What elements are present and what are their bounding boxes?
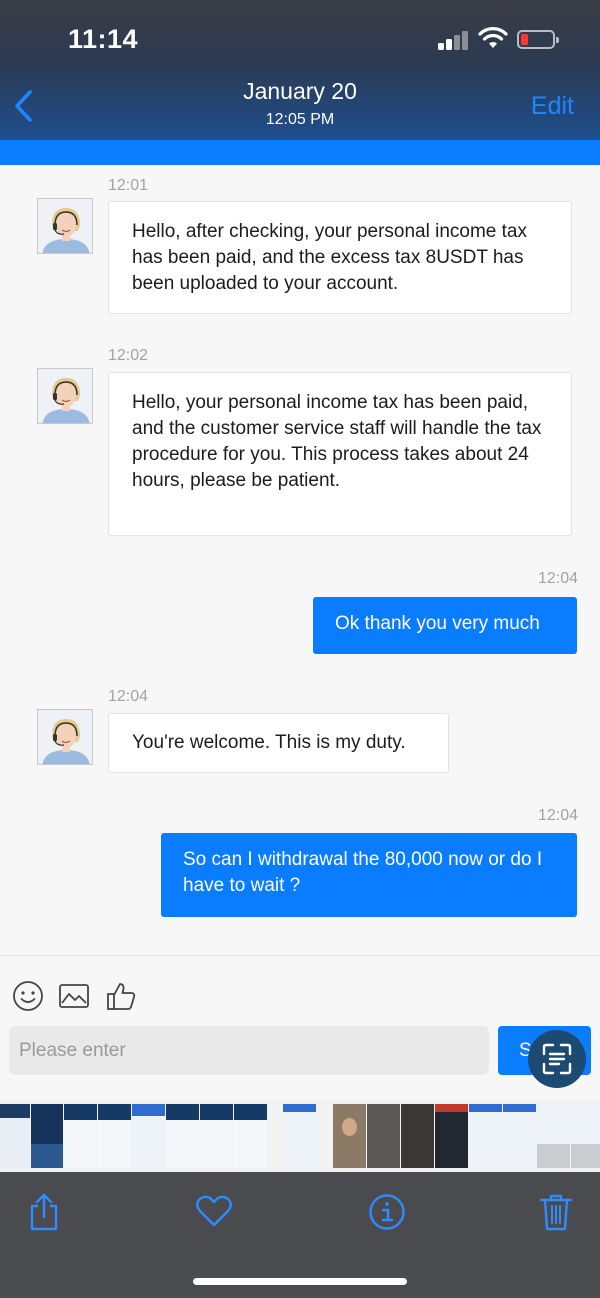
message-timestamp: 12:04 xyxy=(537,570,578,587)
photo-thumbnail[interactable] xyxy=(537,1104,570,1168)
photo-thumbnail[interactable] xyxy=(283,1104,316,1168)
header-accent-strip xyxy=(0,140,600,165)
back-button[interactable] xyxy=(10,86,40,126)
message-bubble-incoming[interactable]: Hello, after checking, your personal inc… xyxy=(108,201,572,314)
photo-thumbnail[interactable] xyxy=(435,1104,468,1168)
emoji-icon[interactable] xyxy=(12,980,44,1012)
message-timestamp: 12:01 xyxy=(108,177,149,194)
thumbs-up-icon[interactable] xyxy=(105,980,137,1012)
home-indicator xyxy=(193,1278,407,1285)
message-bubble-outgoing[interactable]: So can I withdrawal the 80,000 now or do… xyxy=(161,833,577,917)
photo-thumbnail[interactable] xyxy=(200,1104,233,1168)
message-bubble-outgoing[interactable]: Ok thank you very much xyxy=(313,597,577,654)
cellular-signal-icon xyxy=(438,30,470,50)
heart-icon[interactable] xyxy=(195,1194,233,1228)
message-timestamp: 12:04 xyxy=(537,807,578,824)
photo-thumbnail[interactable] xyxy=(503,1104,536,1168)
agent-avatar[interactable] xyxy=(37,198,93,254)
header-time: 12:05 PM xyxy=(265,111,335,128)
header-title-block: January 20 12:05 PM xyxy=(150,78,450,129)
wifi-icon xyxy=(478,27,508,48)
message-bubble-incoming[interactable]: You're welcome. This is my duty. xyxy=(108,713,449,773)
photo-thumbnail[interactable] xyxy=(367,1104,400,1168)
photo-thumbnail[interactable] xyxy=(469,1104,502,1168)
photo-actions-bar xyxy=(0,1172,600,1298)
message-input[interactable] xyxy=(9,1026,489,1075)
photo-thumbnail[interactable] xyxy=(98,1104,131,1168)
agent-avatar[interactable] xyxy=(37,709,93,765)
photo-thumbnail[interactable] xyxy=(166,1104,199,1168)
message-timestamp: 12:04 xyxy=(108,688,149,705)
edit-button[interactable]: Edit xyxy=(531,92,574,121)
header-date: January 20 xyxy=(243,78,357,104)
photo-thumbnail[interactable] xyxy=(0,1104,30,1168)
photo-thumbnail[interactable] xyxy=(132,1104,165,1168)
top-bar: 11:14 January 20 12:05 PM Edit xyxy=(0,0,600,140)
photo-thumbnail-strip[interactable] xyxy=(0,1100,600,1172)
photo-thumbnail[interactable] xyxy=(31,1104,63,1168)
photo-thumbnail[interactable] xyxy=(333,1104,366,1168)
agent-avatar[interactable] xyxy=(37,368,93,424)
live-text-scan-button[interactable] xyxy=(528,1030,586,1088)
trash-icon[interactable] xyxy=(538,1192,574,1232)
photo-thumbnail[interactable] xyxy=(234,1104,267,1168)
status-time: 11:14 xyxy=(68,24,139,54)
message-timestamp: 12:02 xyxy=(108,347,149,364)
message-bubble-incoming[interactable]: Hello, your personal income tax has been… xyxy=(108,372,572,536)
share-icon[interactable] xyxy=(27,1192,61,1232)
photo-thumbnail[interactable] xyxy=(64,1104,97,1168)
battery-icon xyxy=(517,30,559,49)
composer-toolbar: Send xyxy=(0,956,600,1100)
info-icon[interactable] xyxy=(368,1193,406,1231)
photo-thumbnail[interactable] xyxy=(571,1104,600,1168)
photo-thumbnail[interactable] xyxy=(401,1104,434,1168)
chat-area[interactable]: 12:01 Hello, after checking, your person… xyxy=(0,165,600,955)
image-icon[interactable] xyxy=(58,980,90,1012)
text-scan-icon xyxy=(542,1043,572,1075)
